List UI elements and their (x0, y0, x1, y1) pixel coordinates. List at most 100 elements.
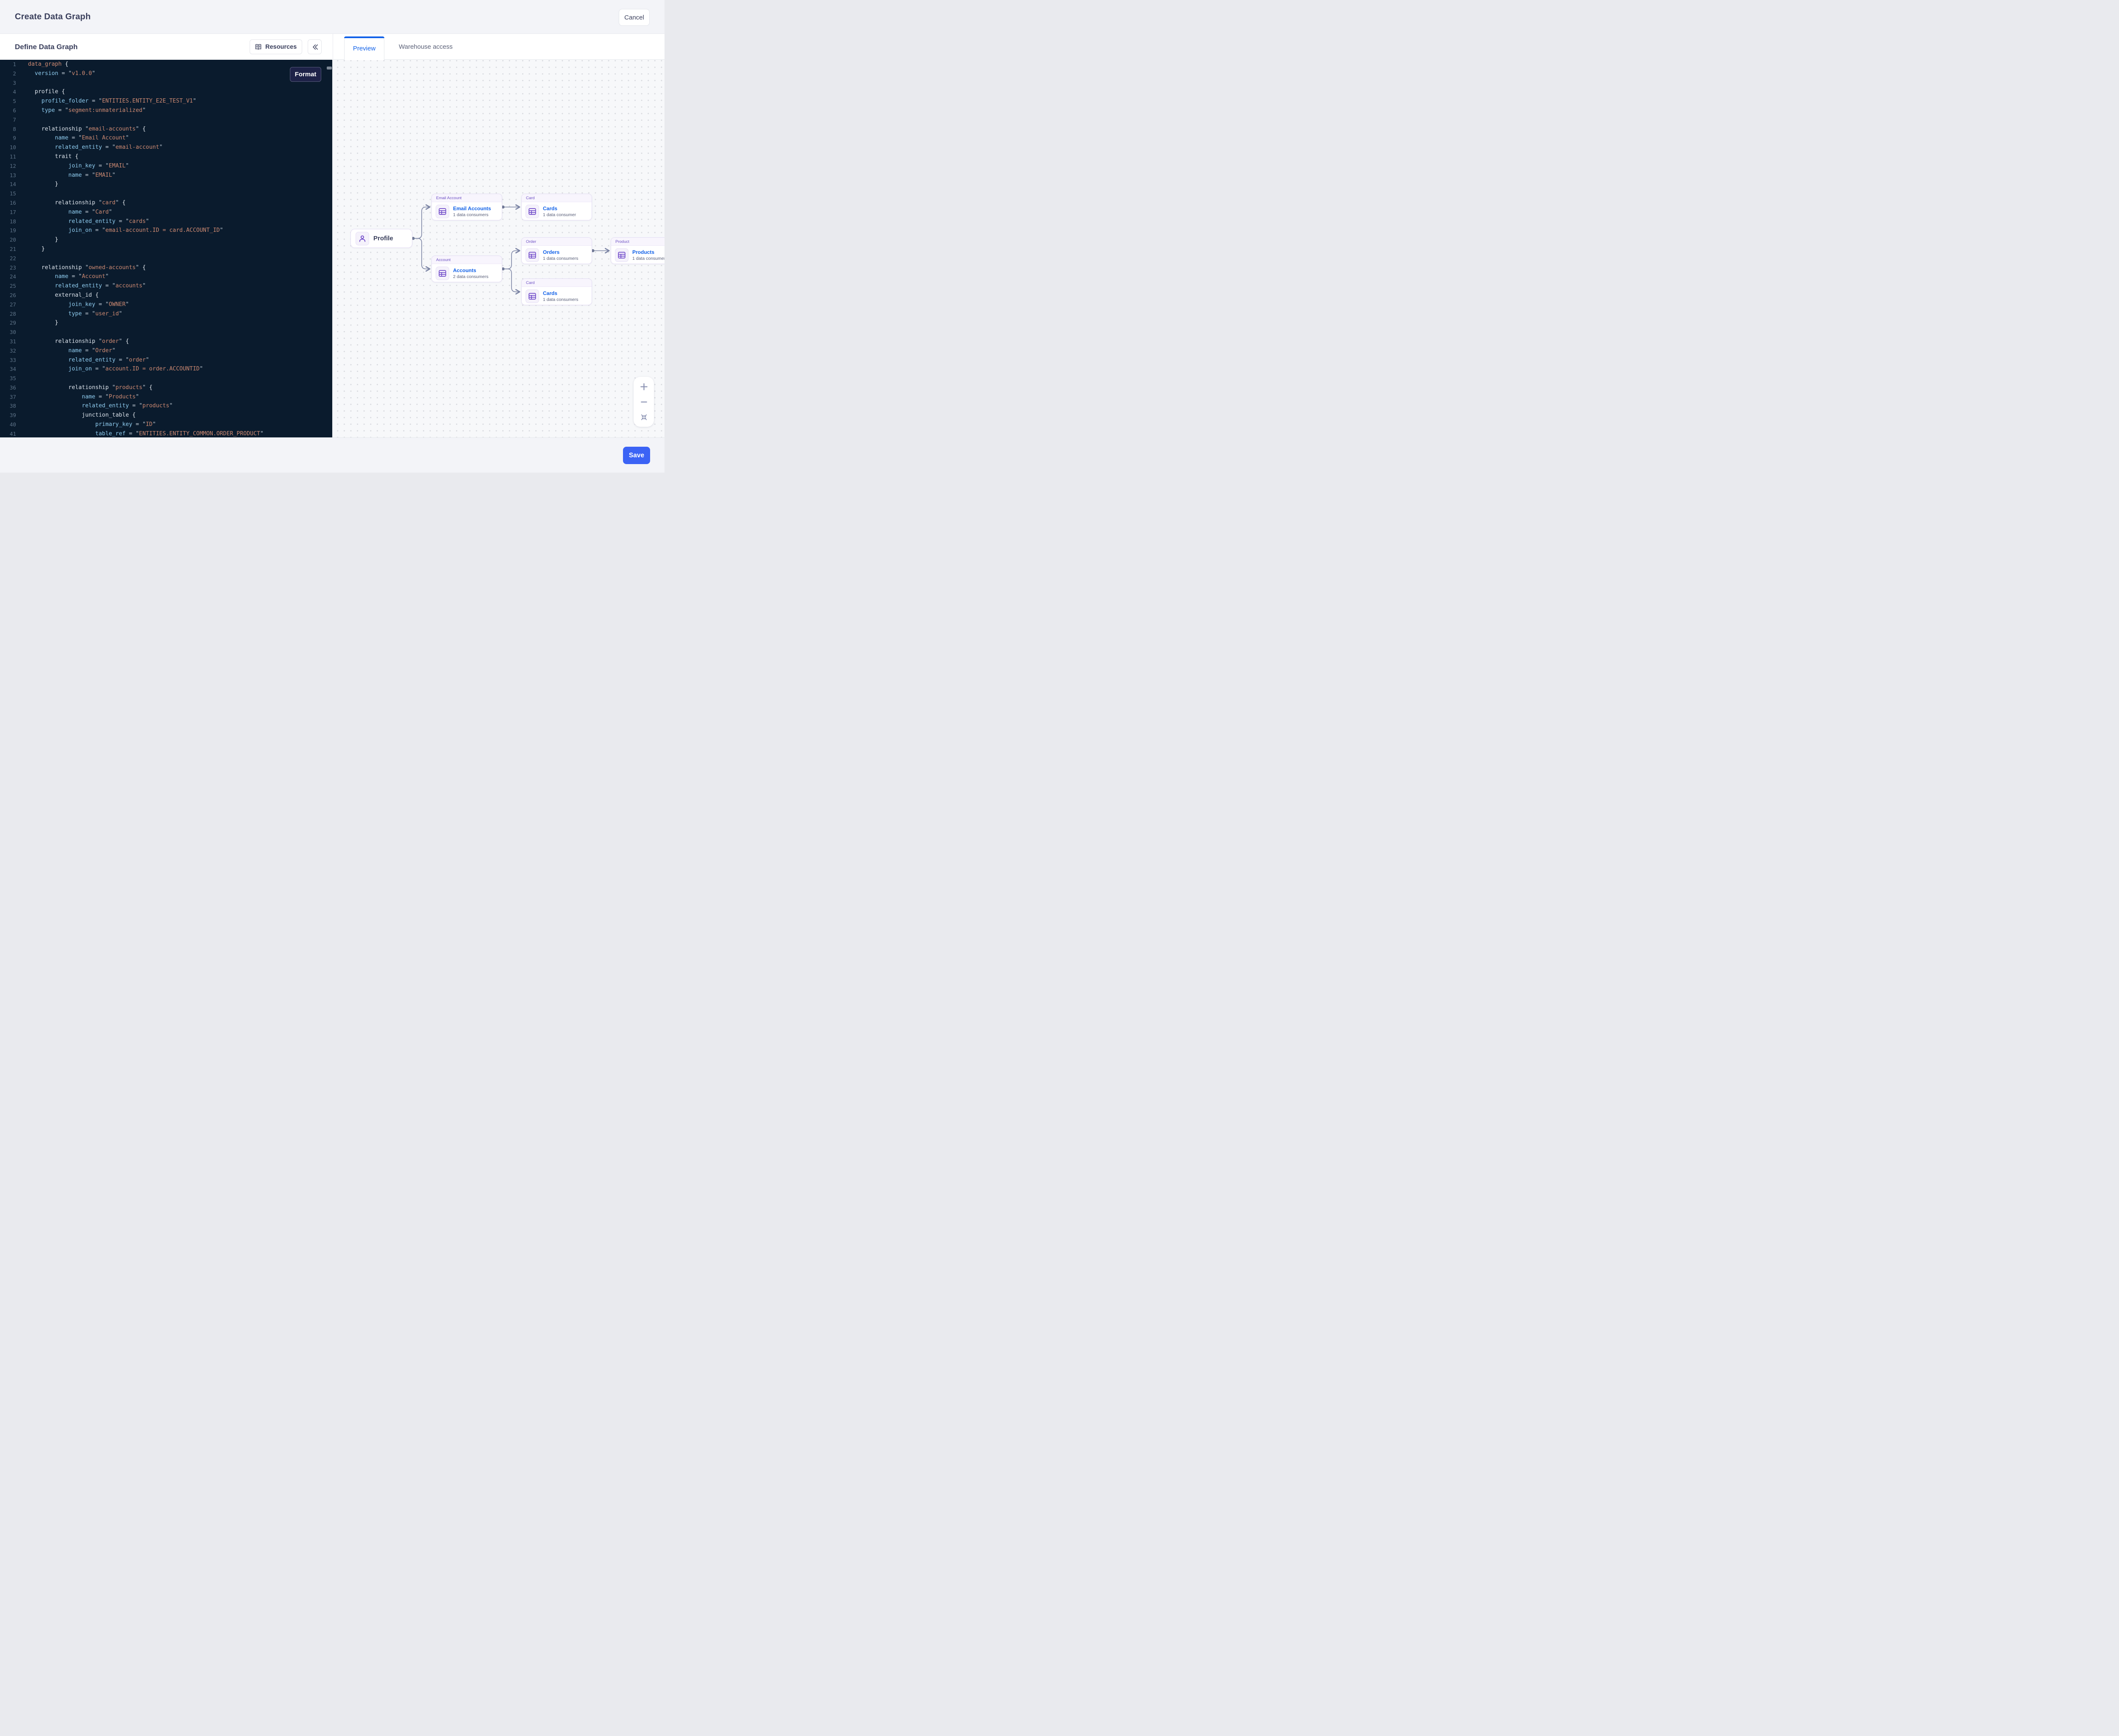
entity-node-header: Card (522, 279, 592, 287)
zoom-in-button[interactable] (639, 381, 649, 392)
editor-line: 27 join_key = "OWNER" (0, 300, 326, 309)
resources-button[interactable]: Resources (250, 39, 302, 54)
line-number: 5 (0, 97, 16, 106)
editor-line: 40 primary_key = "ID" (0, 420, 326, 429)
graph-edge (414, 207, 430, 239)
entity-node-title: Cards (543, 206, 576, 211)
line-number: 36 (0, 383, 16, 392)
editor-line: 9 name = "Email Account" (0, 134, 326, 143)
table-icon (526, 289, 539, 303)
entity-node-title: Orders (543, 249, 578, 255)
zoom-out-button[interactable] (639, 397, 649, 407)
left-panel-header: Define Data Graph Resources (0, 34, 333, 60)
line-number: 18 (0, 217, 16, 226)
entity-node-title: Email Accounts (453, 206, 491, 211)
line-number: 16 (0, 198, 16, 208)
entity-node-header: Product (611, 238, 665, 246)
line-number: 1 (0, 60, 16, 69)
editor-line: 20 } (0, 235, 326, 245)
line-number: 40 (0, 420, 16, 429)
line-number: 23 (0, 263, 16, 273)
entity-node-title: Accounts (453, 267, 488, 273)
code-editor[interactable]: 1data_graph {2 version = "v1.0.0"34 prof… (0, 60, 332, 437)
editor-line: 35 (0, 374, 326, 383)
fit-view-button[interactable] (639, 412, 649, 422)
line-number: 19 (0, 226, 16, 235)
double-chevron-left-icon (311, 43, 319, 51)
collapse-panel-button[interactable] (308, 39, 322, 54)
zoom-controls (634, 377, 654, 427)
table-icon (526, 248, 539, 262)
editor-line: 23 relationship "owned-accounts" { (0, 263, 326, 273)
editor-line: 13 name = "EMAIL" (0, 171, 326, 180)
line-number: 28 (0, 309, 16, 319)
line-number: 39 (0, 411, 16, 420)
line-number: 3 (0, 78, 16, 88)
line-number: 14 (0, 180, 16, 189)
line-number: 13 (0, 171, 16, 180)
line-number: 35 (0, 374, 16, 383)
line-number: 6 (0, 106, 16, 115)
book-icon (254, 43, 262, 51)
line-number: 38 (0, 401, 16, 411)
table-icon (436, 205, 449, 218)
editor-line: 11 trait { (0, 152, 326, 161)
editor-line: 14 } (0, 180, 326, 189)
entity-node-card-bottom[interactable]: CardCards1 data consumers (521, 278, 592, 305)
line-number: 21 (0, 245, 16, 254)
footer-bar: Save (0, 437, 665, 473)
line-number: 22 (0, 254, 16, 263)
editor-line: 32 name = "Order" (0, 346, 326, 356)
editor-line: 1data_graph { (0, 60, 326, 69)
profile-node-label: Profile (373, 235, 393, 242)
line-number: 10 (0, 143, 16, 152)
entity-node-header: Account (432, 256, 502, 264)
line-number: 32 (0, 346, 16, 356)
table-icon (615, 248, 628, 262)
entity-node-subtitle: 1 data consumer (632, 256, 665, 262)
line-number: 15 (0, 189, 16, 198)
entity-node-subtitle: 1 data consumers (453, 212, 491, 218)
graph-canvas[interactable]: ProfileEmail AccountEmail Accounts1 data… (333, 60, 665, 437)
cancel-button[interactable]: Cancel (619, 9, 650, 26)
entity-node-header: Email Account (432, 194, 502, 202)
person-icon (356, 232, 369, 245)
entity-node-title: Products (632, 249, 665, 255)
editor-line: 37 name = "Products" (0, 392, 326, 402)
format-button[interactable]: Format (290, 67, 321, 82)
editor-line: 25 related_entity = "accounts" (0, 281, 326, 291)
editor-line: 26 external_id { (0, 291, 326, 300)
table-icon (526, 205, 539, 218)
line-number: 24 (0, 272, 16, 281)
line-number: 12 (0, 161, 16, 171)
editor-line: 3 (0, 78, 326, 88)
entity-node-product[interactable]: Product Products1 data consumer (611, 237, 665, 264)
save-button[interactable]: Save (623, 447, 650, 464)
editor-scrollbar-thumb[interactable] (327, 67, 332, 70)
editor-line: 5 profile_folder = "ENTITIES.ENTITY_E2E_… (0, 97, 326, 106)
line-number: 33 (0, 356, 16, 365)
editor-line: 30 (0, 328, 326, 337)
line-number: 9 (0, 134, 16, 143)
editor-line: 41 table_ref = "ENTITIES.ENTITY_COMMON.O… (0, 429, 326, 437)
profile-node[interactable]: Profile (350, 229, 412, 248)
entity-node-title: Cards (543, 290, 578, 296)
editor-line: 10 related_entity = "email-account" (0, 143, 326, 152)
line-number: 34 (0, 364, 16, 374)
editor-line: 39 junction_table { (0, 411, 326, 420)
entity-node-order[interactable]: OrderOrders1 data consumers (521, 237, 592, 264)
entity-node-header: Card (522, 194, 592, 202)
entity-node-email-account[interactable]: Email Account Email Accounts1 data consum… (431, 194, 502, 220)
line-number: 20 (0, 235, 16, 245)
tab-preview-label: Preview (353, 45, 375, 52)
tab-preview[interactable]: Preview (344, 36, 384, 60)
tab-warehouse-access[interactable]: Warehouse access (395, 34, 457, 60)
line-number: 8 (0, 125, 16, 134)
graph-edge (503, 269, 520, 292)
entity-node-card-top[interactable]: CardCards1 data consumer (521, 194, 592, 220)
editor-line: 22 (0, 254, 326, 263)
editor-line: 33 related_entity = "order" (0, 356, 326, 365)
entity-node-account[interactable]: AccountAccounts2 data consumers (431, 256, 502, 282)
editor-line: 4 profile { (0, 87, 326, 97)
entity-node-header: Order (522, 238, 592, 246)
